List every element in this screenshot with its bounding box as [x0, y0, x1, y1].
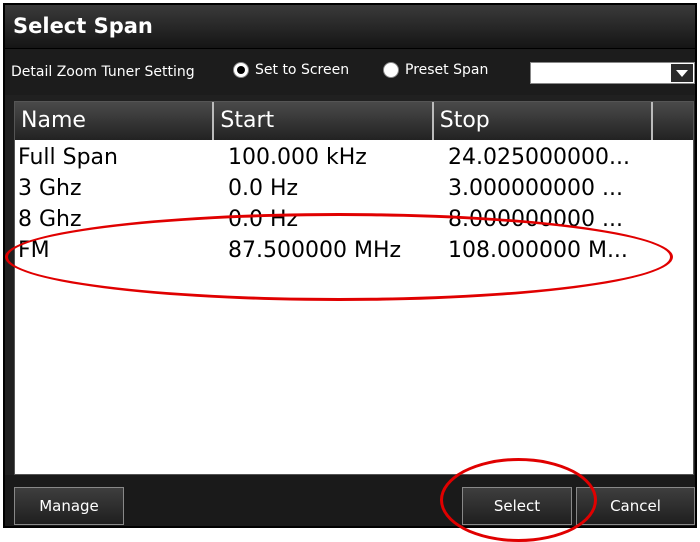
chevron-down-icon[interactable] — [671, 64, 693, 82]
list-item[interactable]: 8 Ghz 0.0 Hz 8.000000000 ... — [15, 204, 693, 235]
column-header-stop[interactable]: Stop — [434, 102, 654, 140]
row-name: Full Span — [18, 145, 118, 170]
cancel-button[interactable]: Cancel — [576, 487, 695, 525]
list-item[interactable]: 3 Ghz 0.0 Hz 3.000000000 ... — [15, 173, 693, 204]
tuner-setting-row: Detail Zoom Tuner Setting Set to Screen … — [5, 49, 695, 95]
row-stop: 3.000000000 ... — [448, 176, 623, 201]
dialog-footer: Manage Select Cancel — [5, 475, 695, 526]
span-list[interactable]: Name Start Stop Full Span 100.000 kHz 24… — [14, 101, 694, 475]
row-stop: 108.000000 M... — [448, 238, 628, 263]
row-start: 0.0 Hz — [228, 176, 299, 201]
column-header-extra — [653, 102, 693, 140]
set-to-screen-label: Set to Screen — [255, 62, 350, 78]
column-header-name[interactable]: Name — [15, 102, 215, 140]
row-name: 8 Ghz — [18, 207, 82, 232]
row-stop: 24.025000000... — [448, 145, 630, 170]
select-button[interactable]: Select — [462, 487, 572, 525]
dialog-title: Select Span — [13, 14, 153, 38]
row-start: 0.0 Hz — [228, 207, 299, 232]
list-item[interactable]: Full Span 100.000 kHz 24.025000000... — [15, 142, 693, 173]
list-item[interactable]: FM 87.500000 MHz 108.000000 M... — [15, 235, 693, 266]
list-header: Name Start Stop — [15, 102, 693, 140]
tuner-setting-label: Detail Zoom Tuner Setting — [11, 64, 195, 80]
column-header-start[interactable]: Start — [214, 102, 434, 140]
row-stop: 8.000000000 ... — [448, 207, 623, 232]
title-bar: Select Span — [5, 5, 695, 49]
row-start: 87.500000 MHz — [228, 238, 402, 263]
preset-span-label: Preset Span — [405, 62, 489, 78]
preset-span-dropdown[interactable] — [530, 62, 695, 84]
preset-span-radio[interactable]: Preset Span — [383, 62, 488, 78]
set-to-screen-radio[interactable]: Set to Screen — [233, 62, 349, 78]
row-name: 3 Ghz — [18, 176, 82, 201]
list-rows: Full Span 100.000 kHz 24.025000000... 3 … — [15, 142, 693, 266]
row-name: FM — [18, 238, 50, 263]
row-start: 100.000 kHz — [228, 145, 367, 170]
radio-unchecked-icon — [383, 62, 399, 78]
radio-checked-icon — [233, 62, 249, 78]
select-span-dialog: Select Span Detail Zoom Tuner Setting Se… — [3, 3, 697, 528]
manage-button[interactable]: Manage — [14, 487, 124, 525]
